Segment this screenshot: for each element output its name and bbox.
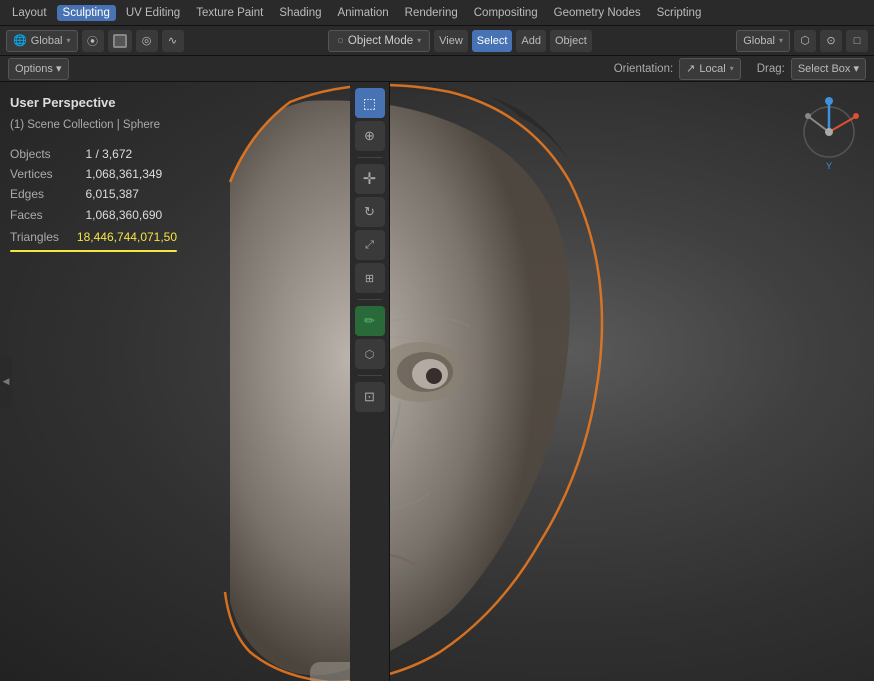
faces-value: 1,068,360,690 xyxy=(85,205,177,225)
tool-scale[interactable]: ⤢ xyxy=(355,230,385,260)
object-mode-dropdown[interactable]: ○ Object Mode ▾ xyxy=(328,30,430,52)
tool-move[interactable]: ✛ xyxy=(355,164,385,194)
render-icon: □ xyxy=(854,35,861,47)
triangles-underline xyxy=(10,250,177,252)
pivot-btn[interactable]: ⬡ xyxy=(794,30,816,52)
tab-animation[interactable]: Animation xyxy=(332,5,395,21)
global-dropdown[interactable]: 🌐 Global ▾ xyxy=(6,30,78,52)
tools-strip: ⬚ ⊕ ✛ ↻ ⤢ ⊞ ✏ ⬡ ⊡ xyxy=(350,82,390,681)
global-icon: 🌐 xyxy=(13,34,27,47)
tab-uv-editing[interactable]: UV Editing xyxy=(120,5,186,21)
orientation-icon: ↗ xyxy=(686,62,695,75)
gizmo-svg: Y xyxy=(799,97,859,177)
color-btn[interactable] xyxy=(108,30,132,52)
options-bar: Options ▾ Orientation: ↗ Local ▾ Drag: S… xyxy=(0,56,874,82)
gizmo-area: Y xyxy=(799,97,859,180)
scale-icon: ⤢ xyxy=(365,239,374,252)
viewport-title: User Perspective xyxy=(10,92,177,114)
object-menu[interactable]: Object xyxy=(550,30,592,52)
select-box-icon: ⬚ xyxy=(363,95,376,112)
tool-select-box[interactable]: ⬚ xyxy=(355,88,385,118)
falloff-btn[interactable]: ∿ xyxy=(162,30,184,52)
stats-overlay: User Perspective (1) Scene Collection | … xyxy=(10,92,177,248)
edges-label: Edges xyxy=(10,184,67,204)
rotate-icon: ↻ xyxy=(364,204,375,220)
objects-value: 1 / 3,672 xyxy=(85,144,177,164)
right-viewport[interactable]: User Perspective (1) Scene Collection | … xyxy=(0,82,874,681)
tools-separator-2 xyxy=(358,299,382,300)
svg-text:Y: Y xyxy=(826,161,832,171)
triangles-label: Triangles xyxy=(10,227,59,247)
tab-layout[interactable]: Layout xyxy=(6,5,53,21)
render-btn[interactable]: □ xyxy=(846,30,868,52)
stats-table: Objects 1 / 3,672 Vertices 1,068,361,349… xyxy=(10,144,177,226)
measure-icon: ⬡ xyxy=(365,348,375,361)
global-label: Global xyxy=(31,35,63,47)
tab-rendering[interactable]: Rendering xyxy=(399,5,464,21)
color-icon xyxy=(113,34,127,48)
top-menubar: Layout Sculpting UV Editing Texture Pain… xyxy=(0,0,874,26)
pivot-icon: ⬡ xyxy=(800,34,810,47)
tool-annotate[interactable]: ✏ xyxy=(355,306,385,336)
global2-dropdown[interactable]: Global ▾ xyxy=(736,30,790,52)
collapse-arrow: ◀ xyxy=(3,376,10,387)
tool-add-cube[interactable]: ⊡ xyxy=(355,382,385,412)
proportional-icon: ◎ xyxy=(142,34,152,47)
local-label: Local xyxy=(699,63,725,75)
view-menu[interactable]: View xyxy=(434,30,468,52)
move-icon: ✛ xyxy=(363,169,376,189)
tool-measure[interactable]: ⬡ xyxy=(355,339,385,369)
viewport-scene: (1) Scene Collection | Sphere xyxy=(10,116,177,136)
main-area: ⬚ ⊕ ✛ ↻ ⤢ ⊞ ✏ ⬡ ⊡ xyxy=(0,82,874,681)
falloff-icon: ∿ xyxy=(168,34,177,47)
transform-icon: ⊞ xyxy=(365,272,374,285)
edges-value: 6,015,387 xyxy=(85,184,177,204)
triangles-content: Triangles 18,446,744,071,50 xyxy=(10,227,177,247)
triangles-value: 18,446,744,071,50 xyxy=(77,227,177,247)
add-menu[interactable]: Add xyxy=(516,30,546,52)
local-dropdown[interactable]: ↗ Local ▾ xyxy=(679,58,741,80)
drag-label: Drag: xyxy=(757,63,785,75)
tab-sculpting[interactable]: Sculpting xyxy=(57,5,116,21)
global-chevron: ▾ xyxy=(67,36,71,45)
mode-icon: ○ xyxy=(337,35,344,47)
global2-label: Global xyxy=(743,35,775,47)
left-collapse-handle[interactable]: ◀ xyxy=(0,357,12,407)
orientation-label: Orientation: xyxy=(614,63,673,75)
objects-label: Objects xyxy=(10,144,67,164)
snap-icon: ⦿ xyxy=(87,33,98,49)
select-label: Select xyxy=(477,35,508,47)
add-label: Add xyxy=(521,35,541,47)
tab-shading[interactable]: Shading xyxy=(273,5,327,21)
options-dropdown[interactable]: Options ▾ xyxy=(8,58,69,80)
annotate-icon: ✏ xyxy=(364,313,375,329)
faces-label: Faces xyxy=(10,205,67,225)
tool-transform[interactable]: ⊞ xyxy=(355,263,385,293)
tools-separator-1 xyxy=(358,157,382,158)
tab-geometry-nodes[interactable]: Geometry Nodes xyxy=(548,5,647,21)
vertices-label: Vertices xyxy=(10,164,67,184)
tool-cursor[interactable]: ⊕ xyxy=(355,121,385,151)
cursor-icon: ⊕ xyxy=(364,128,375,144)
overlay-btn[interactable]: ⊙ xyxy=(820,30,842,52)
tab-compositing[interactable]: Compositing xyxy=(468,5,544,21)
tools-separator-3 xyxy=(358,375,382,376)
select-box-label: Select Box ▾ xyxy=(798,62,859,75)
add-cube-icon: ⊡ xyxy=(364,389,375,405)
tab-texture-paint[interactable]: Texture Paint xyxy=(190,5,269,21)
snap-btn[interactable]: ⦿ xyxy=(82,30,104,52)
proportional-btn[interactable]: ◎ xyxy=(136,30,158,52)
options-label: Options ▾ xyxy=(15,62,62,75)
view-label: View xyxy=(439,35,463,47)
tab-scripting[interactable]: Scripting xyxy=(651,5,708,21)
object-label: Object xyxy=(555,35,587,47)
overlay-icon: ⊙ xyxy=(826,34,835,47)
triangles-row: Triangles 18,446,744,071,50 xyxy=(10,227,177,247)
header-toolbar: 🌐 Global ▾ ⦿ ◎ ∿ ○ Object Mode ▾ View Se… xyxy=(0,26,874,56)
tool-rotate[interactable]: ↻ xyxy=(355,197,385,227)
vertices-value: 1,068,361,349 xyxy=(85,164,177,184)
select-menu[interactable]: Select xyxy=(472,30,513,52)
mode-label: Object Mode xyxy=(348,35,413,47)
select-box-dropdown[interactable]: Select Box ▾ xyxy=(791,58,866,80)
